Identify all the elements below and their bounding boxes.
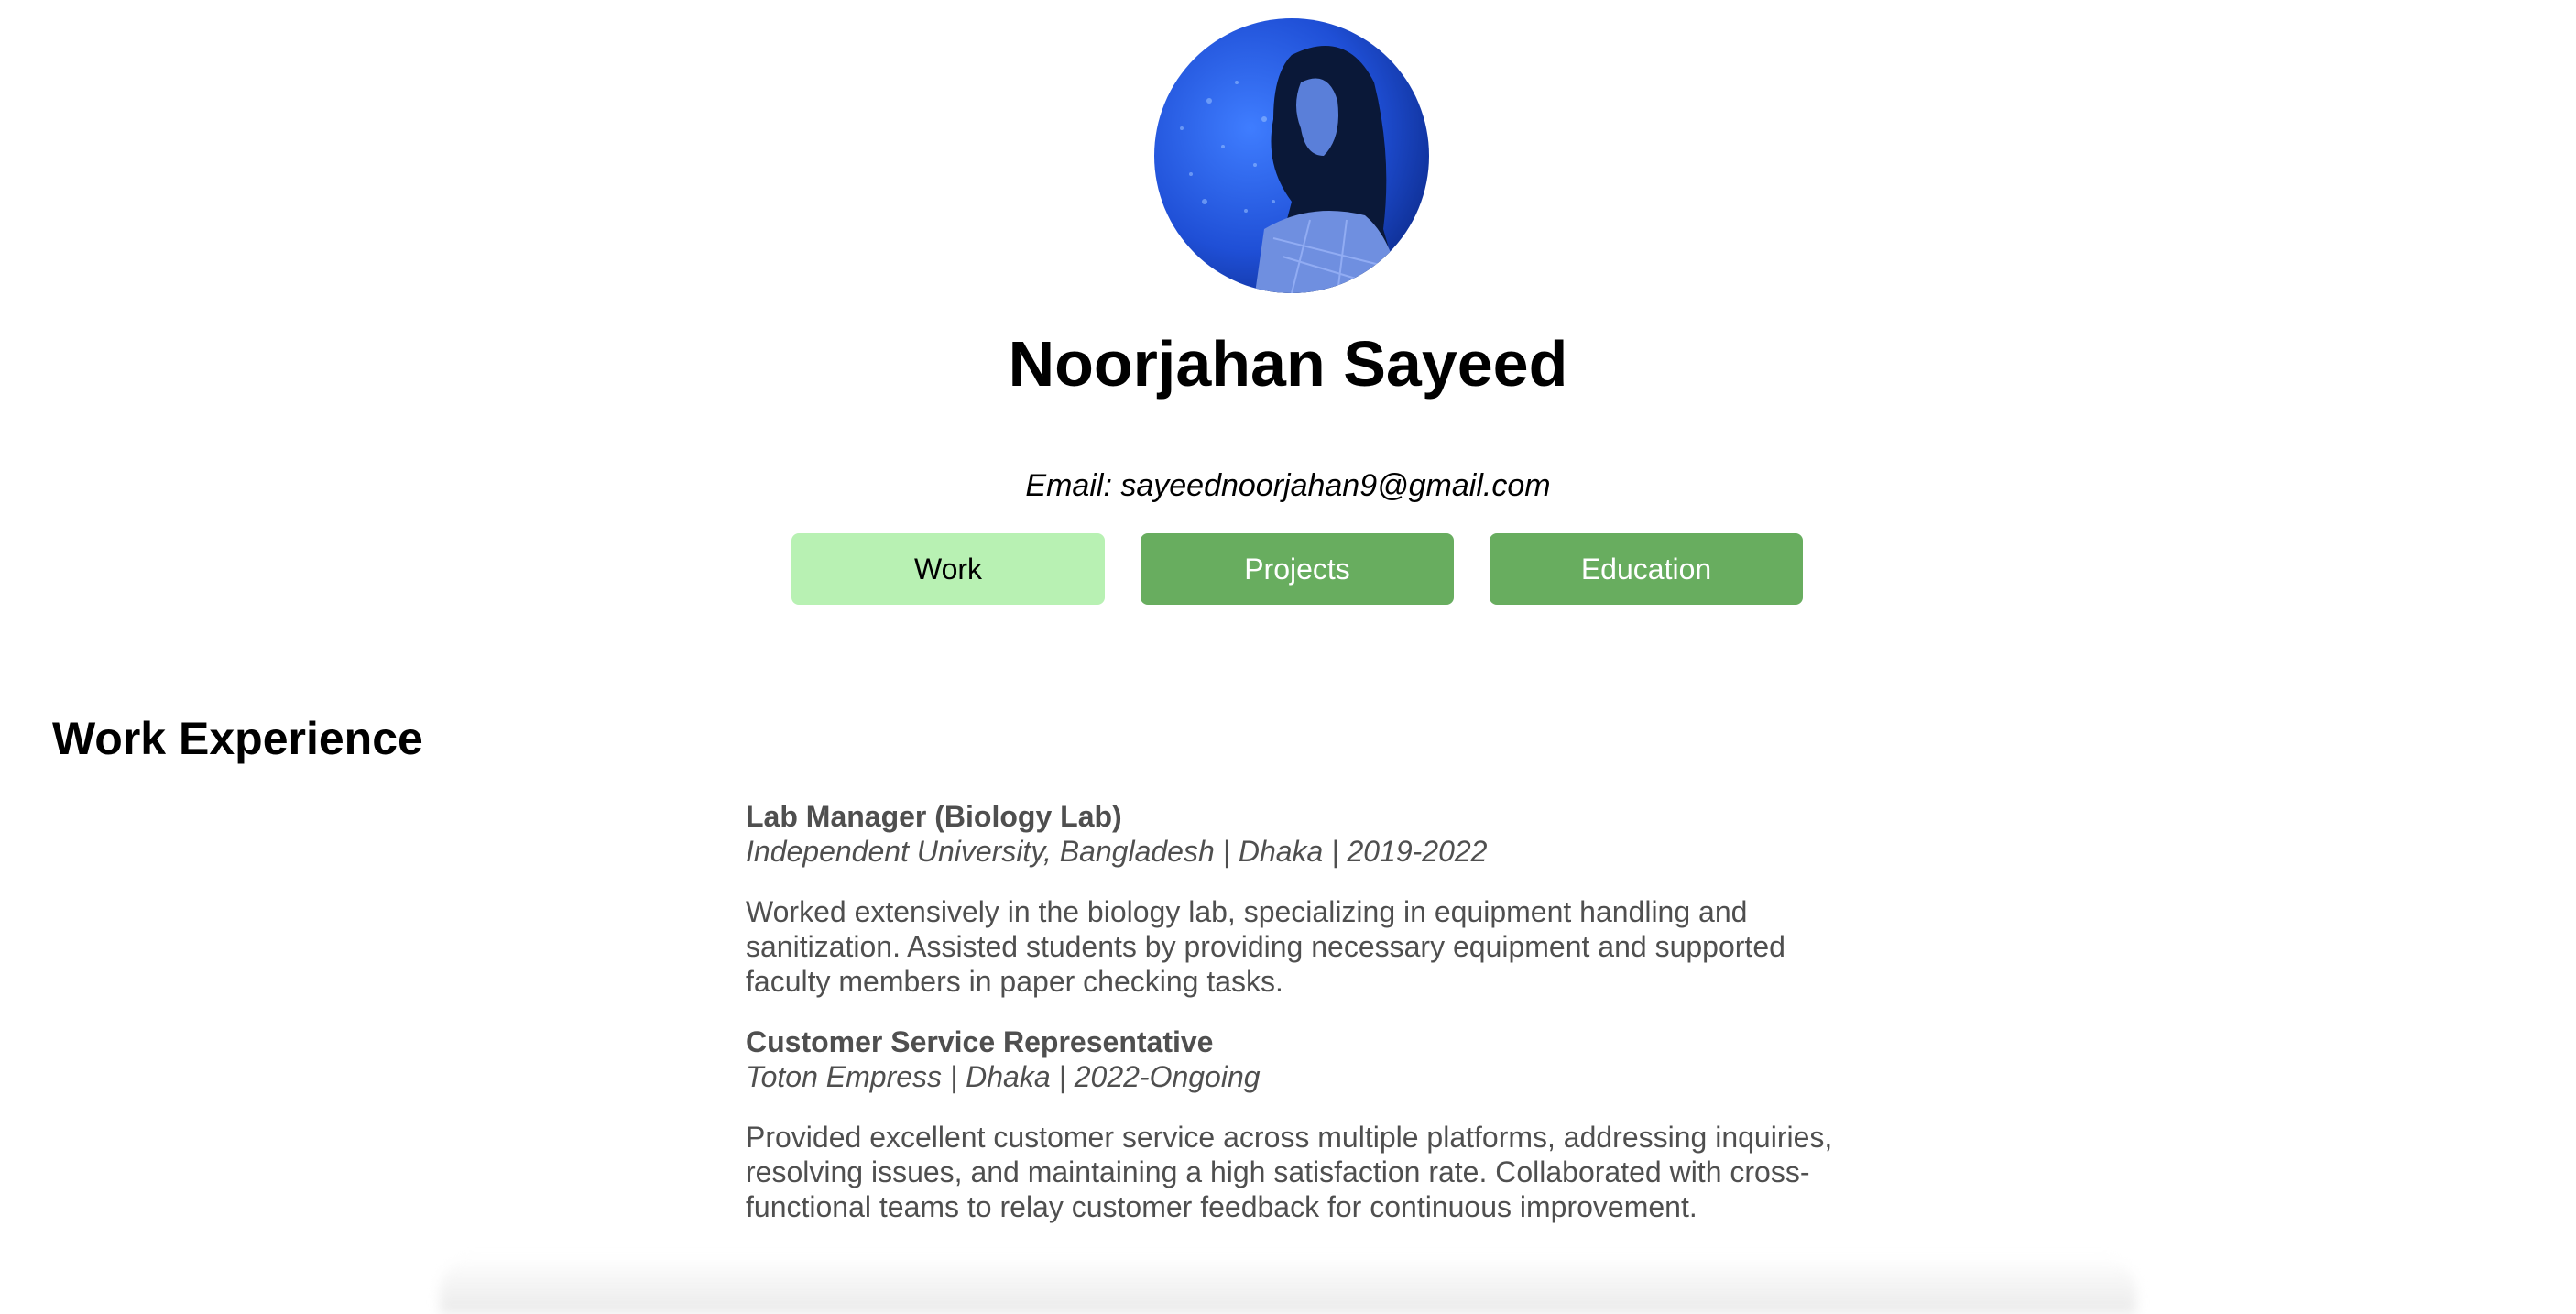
job-description: Provided excellent customer service acro… <box>746 1121 1833 1223</box>
job-item: Customer Service Representative Toton Em… <box>746 1024 1845 1224</box>
job-meta: Toton Empress | Dhaka | 2022-Ongoing <box>746 1060 1261 1093</box>
avatar-image <box>1154 18 1429 293</box>
bottom-shadow <box>440 1255 2136 1314</box>
job-title: Customer Service Representative <box>746 1025 1214 1058</box>
tab-projects[interactable]: Projects <box>1141 533 1454 605</box>
job-description: Worked extensively in the biology lab, s… <box>746 895 1785 998</box>
job-title: Lab Manager (Biology Lab) <box>746 800 1122 833</box>
tab-bar: Work Projects Education <box>791 533 1803 605</box>
section-heading-work-experience: Work Experience <box>52 713 423 764</box>
work-list: Lab Manager (Biology Lab) Independent Un… <box>746 799 1845 1250</box>
profile-name: Noorjahan Sayeed <box>1008 328 1568 400</box>
email-label: Email: <box>1025 468 1112 503</box>
tab-education[interactable]: Education <box>1490 533 1803 605</box>
profile-avatar <box>1154 18 1429 293</box>
email-address: sayeednoorjahan9@gmail.com <box>1120 468 1551 503</box>
page: Noorjahan Sayeed Email: sayeednoorjahan9… <box>0 0 2576 1314</box>
job-meta: Independent University, Bangladesh | Dha… <box>746 835 1488 868</box>
email-line: Email: sayeednoorjahan9@gmail.com <box>0 465 2576 506</box>
job-item: Lab Manager (Biology Lab) Independent Un… <box>746 799 1845 999</box>
tab-work[interactable]: Work <box>791 533 1105 605</box>
